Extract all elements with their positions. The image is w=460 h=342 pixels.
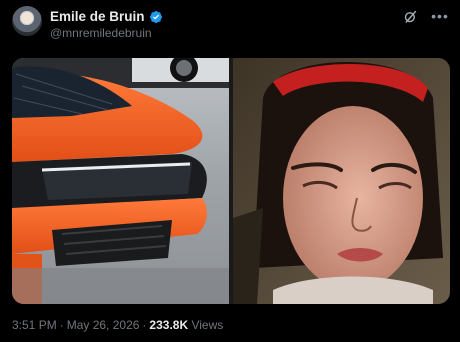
avatar[interactable] [12,6,42,36]
views-label: Views [191,318,224,332]
media-car-photo[interactable] [12,58,229,304]
media-portrait-photo[interactable] [233,58,450,304]
header-actions: ••• [402,8,448,24]
meta-separator: · [142,318,147,332]
views-count[interactable]: 233.8K [149,318,188,332]
tweet: Emile de Bruin @mnremiledebruin ••• 3:51… [0,0,460,342]
more-options-icon[interactable]: ••• [431,8,448,24]
meta-separator: · [59,318,64,332]
car-image [12,58,229,304]
tweet-header: Emile de Bruin @mnremiledebruin ••• [12,6,448,40]
author-handle[interactable]: @mnremiledebruin [50,26,152,40]
tweet-media[interactable] [12,58,450,304]
tweet-metadata: 3:51 PM · May 26, 2026 · 233.8K Views [12,318,223,332]
author-display-name[interactable]: Emile de Bruin [50,9,145,24]
post-date[interactable]: May 26, 2026 [67,318,140,332]
post-time[interactable]: 3:51 PM [12,318,57,332]
grok-icon[interactable] [402,8,418,24]
portrait-image [233,58,450,304]
name-line: Emile de Bruin [50,9,163,24]
verified-badge-icon [149,10,162,23]
